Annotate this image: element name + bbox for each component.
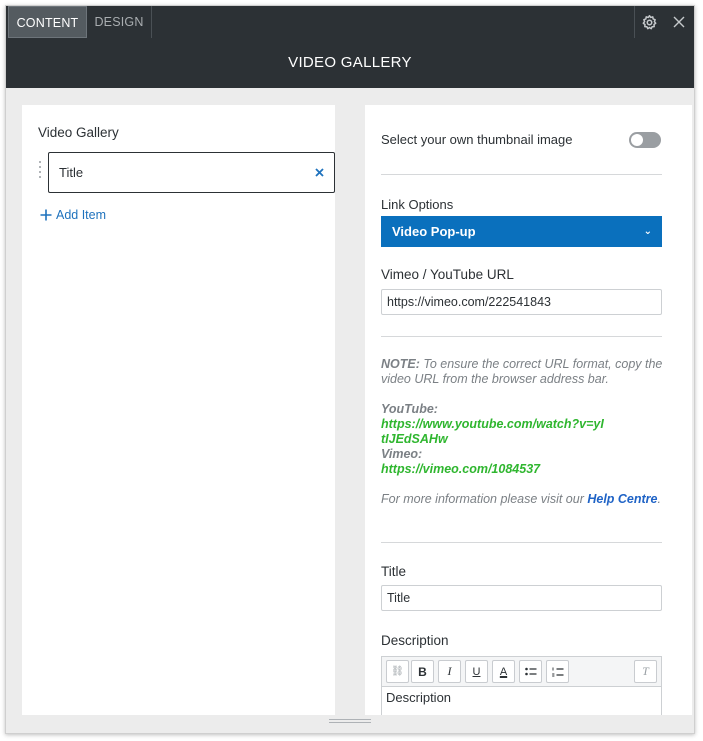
vimeo-url-link[interactable]: https://vimeo.com/1084537 bbox=[381, 462, 540, 476]
gallery-item[interactable]: Title bbox=[48, 152, 335, 193]
bullet-list-glyph bbox=[524, 667, 536, 675]
link-options-select[interactable]: Video Pop-up ⌄ bbox=[381, 216, 662, 247]
more-info-label: For more information please visit our bbox=[381, 492, 588, 506]
remove-icon[interactable] bbox=[315, 168, 324, 177]
thumbnail-toggle-label: Select your own thumbnail image bbox=[381, 132, 573, 147]
drag-handle[interactable] bbox=[38, 161, 42, 183]
link-options-value: Video Pop-up bbox=[392, 224, 476, 239]
youtube-label: YouTube: bbox=[381, 402, 438, 416]
description-label: Description bbox=[381, 633, 449, 648]
underline-icon[interactable]: U bbox=[465, 660, 488, 683]
tab-content[interactable]: CONTENT bbox=[8, 6, 87, 38]
divider bbox=[381, 336, 662, 337]
title-label: Title bbox=[381, 564, 407, 579]
close-icon bbox=[673, 16, 685, 28]
panel-window: CONTENT DESIGN VIDEO GALLERY Video Galle… bbox=[5, 5, 695, 734]
divider bbox=[381, 542, 662, 543]
tab-divider bbox=[151, 6, 152, 38]
link-options-label: Link Options bbox=[381, 197, 454, 212]
gallery-item-label: Title bbox=[59, 165, 84, 180]
tab-bar: CONTENT DESIGN bbox=[6, 6, 694, 38]
title-input[interactable]: Title bbox=[381, 585, 662, 611]
plus-icon bbox=[40, 209, 52, 221]
clear-format-icon[interactable]: T bbox=[634, 660, 657, 683]
more-info-text: For more information please visit our He… bbox=[381, 492, 671, 507]
page-title: VIDEO GALLERY bbox=[6, 38, 694, 88]
link-icon[interactable]: ⛓ bbox=[386, 660, 409, 683]
url-input[interactable]: https://vimeo.com/222541843 bbox=[381, 289, 662, 315]
url-format-note: NOTE: To ensure the correct URL format, … bbox=[381, 357, 671, 387]
numbered-list-glyph bbox=[551, 667, 563, 676]
editor-toolbar: ⛓ B I U A T bbox=[382, 657, 661, 687]
note-text: To ensure the correct URL format, copy t… bbox=[381, 357, 663, 386]
youtube-example: YouTube: https://www.youtube.com/watch?v… bbox=[381, 402, 671, 477]
italic-icon[interactable]: I bbox=[438, 660, 461, 683]
numbered-list-icon[interactable] bbox=[546, 660, 569, 683]
url-label: Vimeo / YouTube URL bbox=[381, 267, 514, 282]
thumbnail-toggle[interactable] bbox=[629, 132, 661, 148]
chevron-down-icon: ⌄ bbox=[643, 226, 652, 237]
items-panel: Video Gallery Title Add Item bbox=[22, 105, 335, 715]
help-centre-link[interactable]: Help Centre bbox=[587, 492, 657, 506]
settings-button[interactable] bbox=[634, 6, 664, 38]
vimeo-label: Vimeo: bbox=[381, 447, 423, 461]
tab-design[interactable]: DESIGN bbox=[87, 6, 151, 38]
add-item-label: Add Item bbox=[56, 208, 107, 222]
settings-panel: Select your own thumbnail image Link Opt… bbox=[365, 105, 692, 715]
bullet-list-icon[interactable] bbox=[519, 660, 542, 683]
gear-icon bbox=[642, 14, 656, 29]
add-item-button[interactable]: Add Item bbox=[40, 208, 106, 222]
close-button[interactable] bbox=[664, 6, 694, 38]
description-editor[interactable]: ⛓ B I U A T Description bbox=[381, 656, 662, 715]
youtube-url-link[interactable]: https://www.youtube.com/watch?v=yItIJEdS… bbox=[381, 417, 606, 447]
section-label: Video Gallery bbox=[38, 125, 119, 140]
description-content[interactable]: Description bbox=[386, 690, 451, 705]
resize-handle[interactable] bbox=[329, 719, 371, 725]
bold-icon[interactable]: B bbox=[411, 660, 434, 683]
divider bbox=[381, 174, 662, 175]
more-info-period: . bbox=[657, 492, 661, 506]
note-prefix: NOTE: bbox=[381, 357, 420, 371]
text-color-icon[interactable]: A bbox=[492, 660, 515, 683]
